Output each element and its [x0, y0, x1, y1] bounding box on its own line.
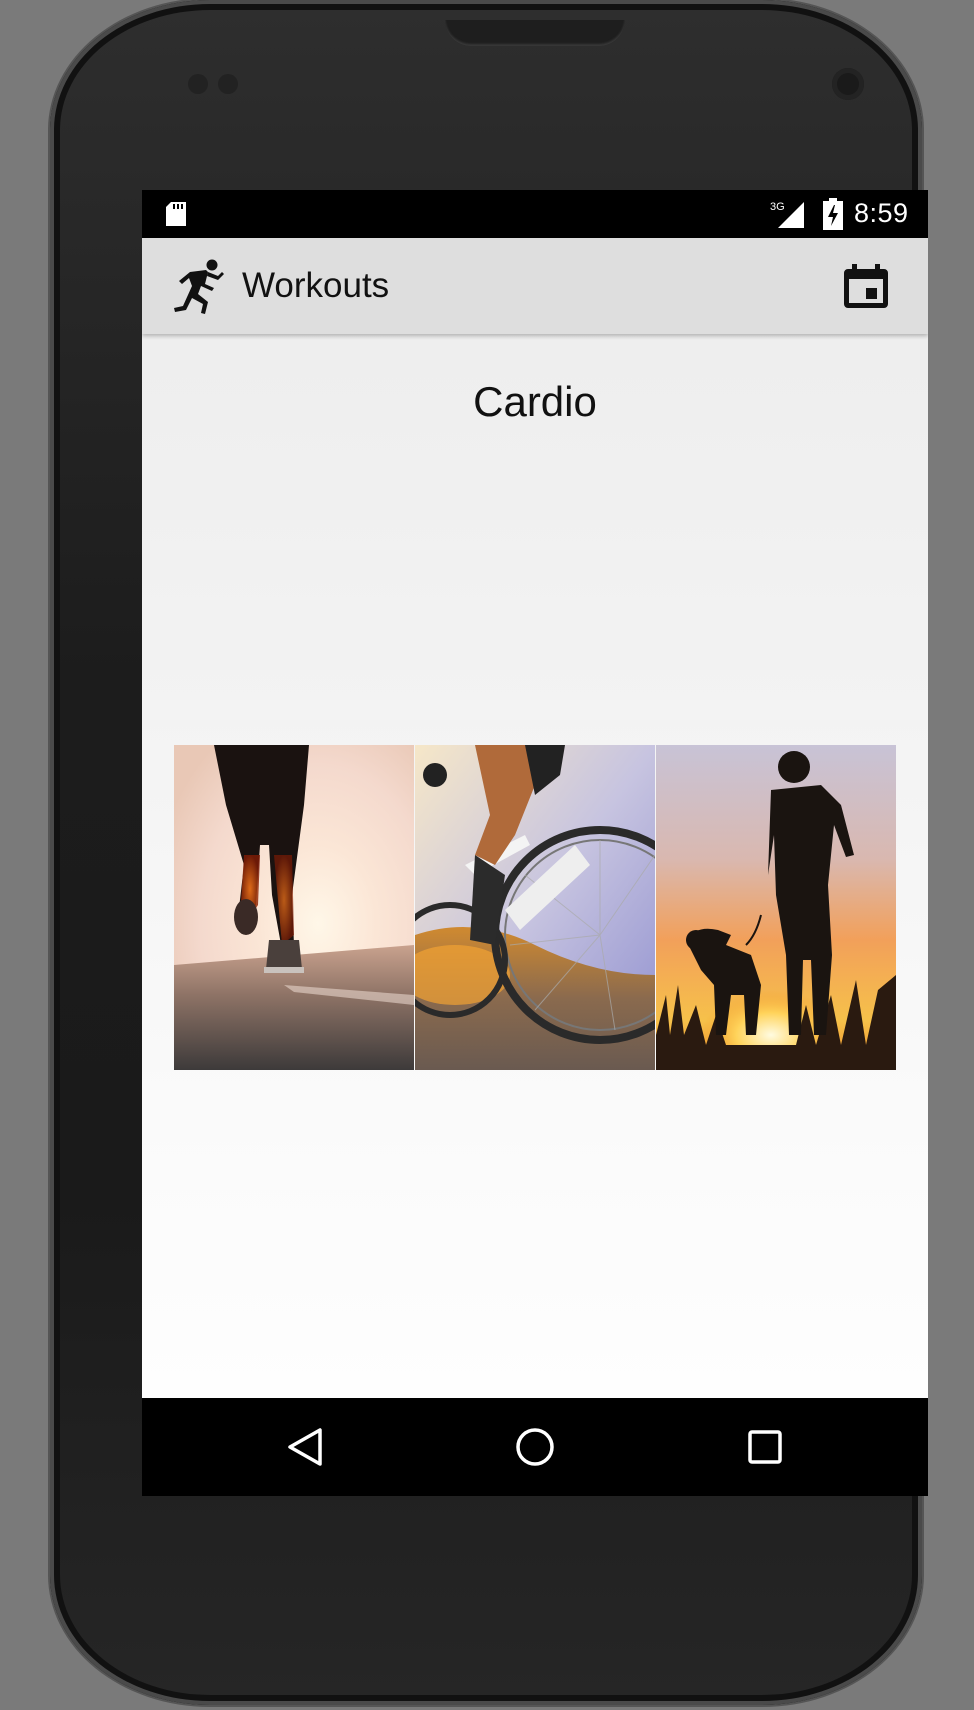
dog-walking-photo[interactable]: [656, 745, 896, 1070]
recents-icon[interactable]: [742, 1424, 788, 1470]
phone-frame: 3G 8:59 Workouts Cardio: [50, 0, 928, 1705]
battery-charging-icon: [823, 198, 843, 230]
clock: 8:59: [854, 198, 909, 228]
app-title: Workouts: [242, 266, 390, 305]
front-camera: [832, 68, 864, 100]
light-sensor: [218, 74, 238, 94]
section-title: Cardio: [473, 378, 597, 425]
screen: 3G 8:59 Workouts Cardio: [142, 190, 928, 1496]
app-bar: Workouts: [142, 238, 928, 334]
running-person-icon: [174, 259, 224, 314]
earpiece-speaker: [445, 20, 625, 46]
cycling-photo[interactable]: [415, 745, 655, 1070]
workout-image-strip[interactable]: [174, 745, 896, 1070]
home-icon[interactable]: [512, 1424, 558, 1470]
proximity-sensor: [188, 74, 208, 94]
back-icon[interactable]: [282, 1424, 328, 1470]
sd-card-icon: [166, 202, 186, 226]
status-bar: 3G 8:59: [142, 190, 928, 238]
network-type-label: 3G: [770, 201, 785, 213]
running-photo[interactable]: [174, 745, 414, 1070]
calendar-icon[interactable]: [842, 262, 890, 310]
cell-signal-icon: 3G: [770, 201, 804, 228]
system-nav-bar: [142, 1398, 928, 1496]
